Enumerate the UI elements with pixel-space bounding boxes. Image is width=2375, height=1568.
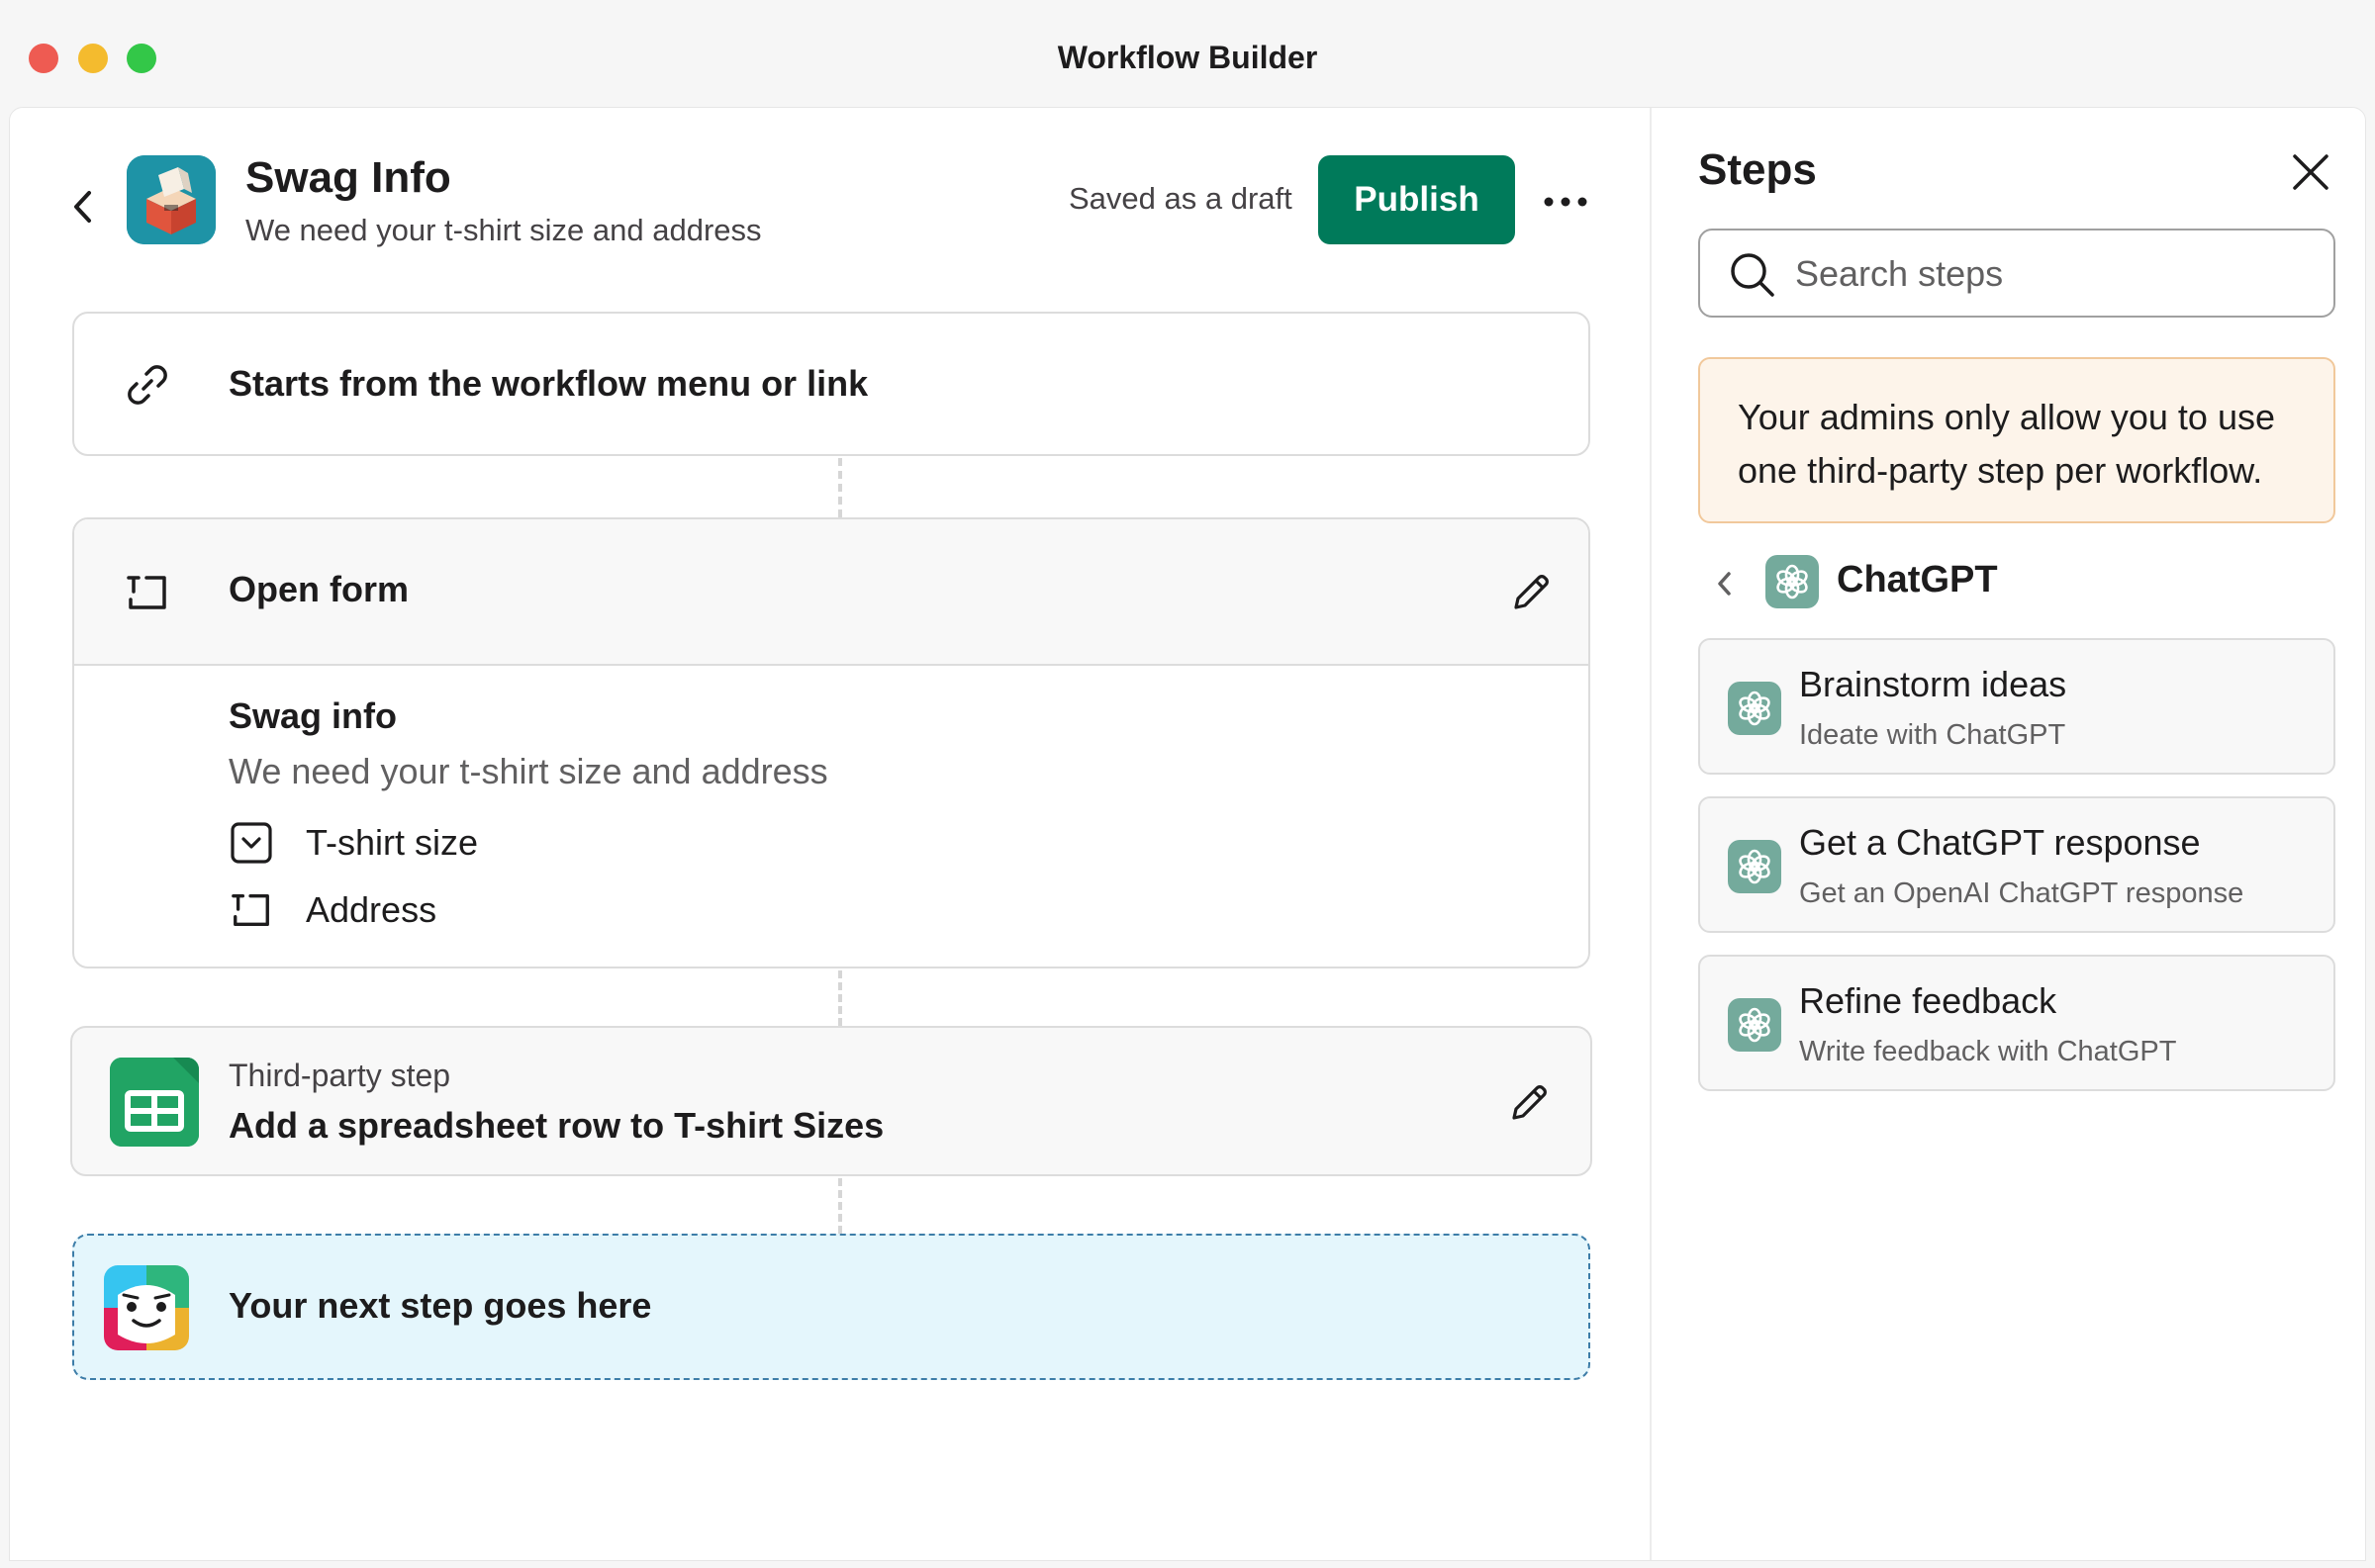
step-item-description: Get an OpenAI ChatGPT response: [1799, 877, 2244, 909]
chatgpt-logo-icon: [1728, 840, 1781, 893]
step-item-refine-feedback[interactable]: Refine feedback Write feedback with Chat…: [1698, 955, 2335, 1091]
more-horizontal-icon: [1544, 197, 1587, 207]
search-icon: [1731, 253, 1774, 297]
link-icon: [122, 359, 173, 411]
workflow-title: Swag Info: [245, 153, 451, 202]
next-step-placeholder[interactable]: Your next step goes here: [72, 1234, 1590, 1380]
window-title: Workflow Builder: [1057, 40, 1318, 75]
admin-restriction-notice: Your admins only allow you to use one th…: [1698, 357, 2335, 523]
title-bar: Workflow Builder: [0, 0, 2375, 107]
step-item-description: Write feedback with ChatGPT: [1799, 1036, 2177, 1067]
step-connector: [838, 458, 842, 517]
step-item-title: Get a ChatGPT response: [1799, 822, 2201, 863]
step-connector: [838, 970, 842, 1026]
workflow-mascot-icon: [104, 1265, 189, 1350]
trigger-step-card[interactable]: Starts from the workflow menu or link: [72, 312, 1590, 456]
step-item-description: Ideate with ChatGPT: [1799, 719, 2066, 751]
form-field-label: Address: [306, 889, 437, 930]
pencil-icon: [1514, 575, 1549, 609]
step-item-title: Refine feedback: [1799, 980, 2057, 1021]
google-sheets-icon: [110, 1058, 199, 1147]
workflow-app-icon: [127, 155, 216, 244]
text-field-icon: [229, 887, 274, 933]
edit-third-party-step-button[interactable]: [1501, 1075, 1557, 1131]
dropdown-field-icon: [229, 820, 274, 866]
step-item-title: Brainstorm ideas: [1799, 664, 2067, 704]
form-description: We need your t-shirt size and address: [229, 751, 828, 791]
workflow-subtitle: We need your t-shirt size and address: [245, 213, 762, 247]
panel-divider: [1650, 108, 1652, 1560]
close-icon: [2293, 154, 2328, 190]
form-field-label: T-shirt size: [306, 822, 479, 863]
trigger-label: Starts from the workflow menu or link: [229, 363, 869, 404]
chatgpt-logo-icon: [1728, 682, 1781, 735]
form-field-row: Address: [229, 885, 436, 935]
open-form-label: Open form: [229, 569, 410, 609]
form-field-row: T-shirt size: [229, 818, 478, 868]
step-item-brainstorm-ideas[interactable]: Brainstorm ideas Ideate with ChatGPT: [1698, 638, 2335, 775]
pencil-icon: [1512, 1085, 1547, 1120]
open-form-step-card[interactable]: Open form Swag info We need your t-shirt…: [72, 517, 1590, 968]
edit-form-step-button[interactable]: [1503, 565, 1559, 620]
text-field-icon: [122, 567, 173, 618]
third-party-step-label: Add a spreadsheet row to T-shirt Sizes: [229, 1105, 885, 1146]
third-party-step-card[interactable]: Third-party step Add a spreadsheet row t…: [70, 1026, 1592, 1176]
chevron-left-icon: [74, 191, 91, 223]
provider-name: ChatGPT: [1837, 559, 1998, 600]
back-button[interactable]: [57, 177, 107, 236]
next-step-label: Your next step goes here: [229, 1285, 652, 1326]
chatgpt-logo-icon: [1765, 555, 1819, 608]
step-connector: [838, 1178, 842, 1234]
close-steps-panel-button[interactable]: [2282, 143, 2339, 201]
open-form-step-header: Open form: [74, 519, 1588, 666]
steps-panel-title: Steps: [1698, 145, 1817, 194]
chatgpt-logo-icon: [1728, 998, 1781, 1052]
publish-button[interactable]: Publish: [1318, 155, 1515, 244]
workflow-builder-window: Swag Info We need your t-shirt size and …: [9, 107, 2366, 1561]
chevron-left-icon: [1718, 572, 1731, 596]
form-title: Swag info: [229, 695, 397, 736]
third-party-kicker: Third-party step: [229, 1058, 451, 1093]
step-item-get-chatgpt-response[interactable]: Get a ChatGPT response Get an OpenAI Cha…: [1698, 796, 2335, 933]
save-status: Saved as a draft: [1069, 181, 1292, 216]
search-steps-input[interactable]: [1795, 244, 2310, 304]
more-options-button[interactable]: [1538, 177, 1593, 227]
provider-back-button[interactable]: [1708, 559, 1740, 608]
search-steps-field[interactable]: [1698, 229, 2335, 318]
